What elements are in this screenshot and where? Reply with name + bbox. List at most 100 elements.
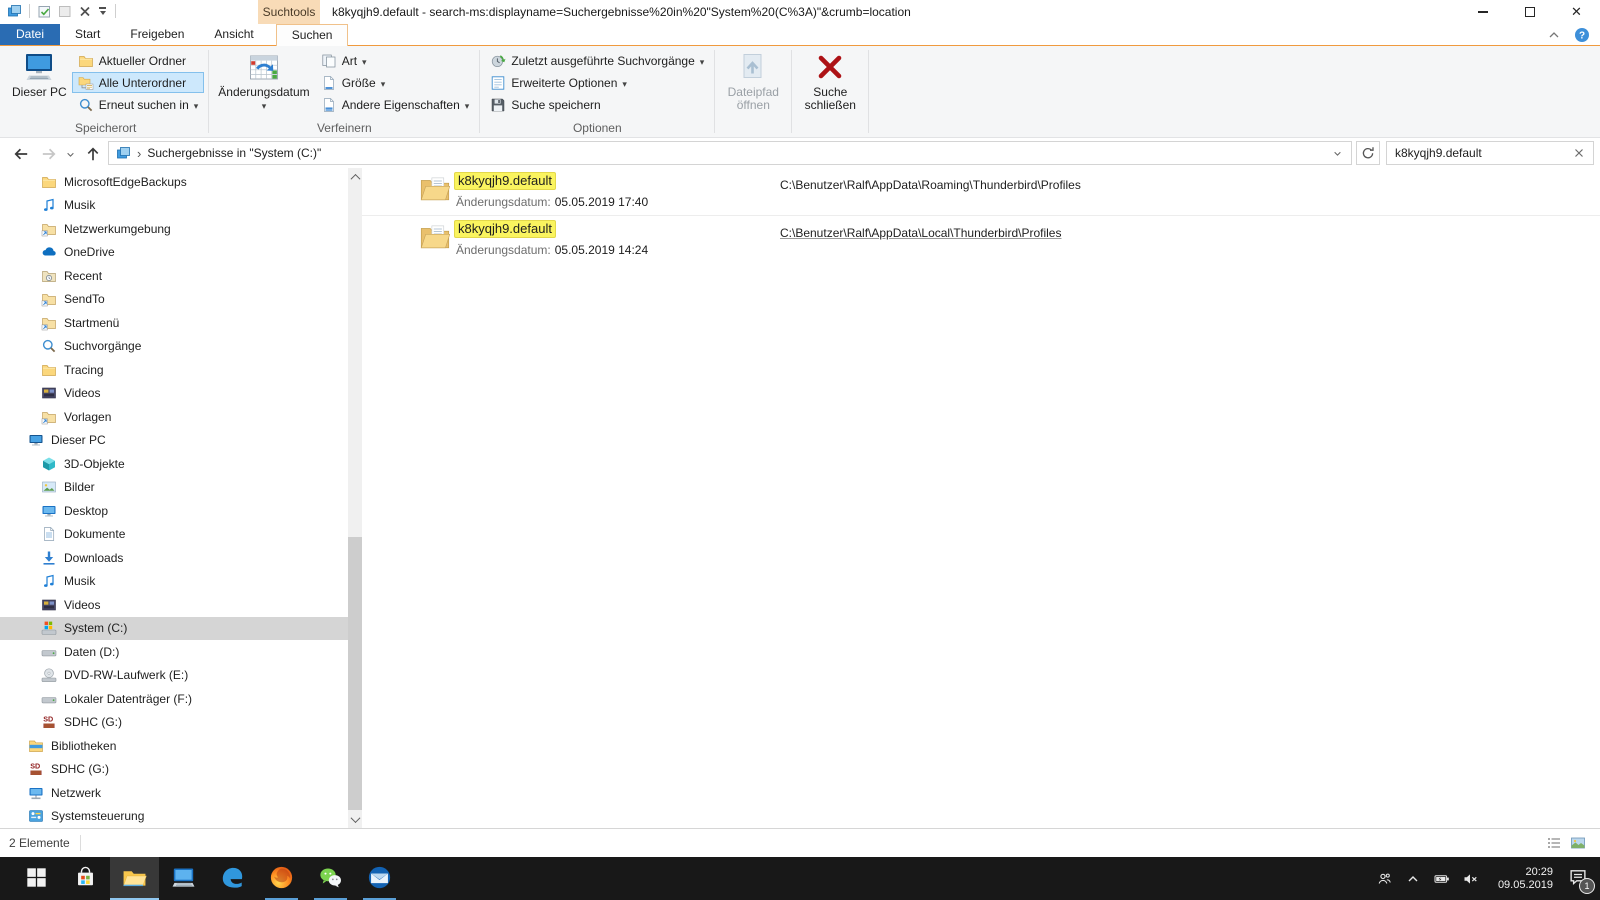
delete-icon[interactable] [77,3,93,19]
battery-icon[interactable] [1431,871,1453,887]
collapse-ribbon-icon[interactable] [1546,27,1562,43]
sidebar-item-system-c[interactable]: System (C:) [0,616,348,640]
taskbar-desktop[interactable] [159,857,208,900]
tab-datei[interactable]: Datei [0,24,61,45]
result-name[interactable]: k8kyqjh9.default [454,220,556,238]
k8kyqjh9.default[interactable]: k8kyqjh9.default Änderungsdatum: 05.05.20… [362,215,1600,263]
search-again-in-button[interactable]: Erneut suchen in [72,94,205,115]
ribbon-group-close: Suche schließen [793,46,867,137]
sidebar-item-netzwerk[interactable]: Netzwerk [0,781,348,805]
computer-icon [22,51,56,83]
taskbar-wechat[interactable] [306,857,355,900]
recent-searches-button[interactable]: Zuletzt ausgeführte Suchvorgänge [484,50,710,71]
current-folder-button[interactable]: Aktueller Ordner [72,50,205,71]
taskbar-start[interactable] [12,857,61,900]
advanced-options-button[interactable]: Erweiterte Optionen [484,72,710,93]
breadcrumb[interactable]: Suchergebnisse in "System (C:)" [147,146,321,160]
recent-locations-icon[interactable] [64,148,77,161]
sidebar-item-startmen[interactable]: Startmenü [0,311,348,335]
kind-icon [321,53,337,69]
taskbar-store[interactable] [61,857,110,900]
all-subfolders-button[interactable]: Alle Unterordner [71,72,205,93]
sidebar-item-onedrive[interactable]: OneDrive [0,241,348,265]
sidebar-item-tracing[interactable]: Tracing [0,358,348,382]
minimize-button[interactable] [1459,0,1506,24]
address-bar[interactable]: Suchergebnisse in "System (C:)" [108,141,1352,165]
sidebar-item-systemsteuerung[interactable]: Systemsteuerung [0,805,348,829]
people-icon[interactable] [1373,871,1395,887]
date-modified-button[interactable]: Änderungsdatum [213,49,314,117]
sidebar-item-netzwerkumgebung[interactable]: Netzwerkumgebung [0,217,348,241]
back-button[interactable] [12,145,30,163]
folder-icon [78,53,94,69]
taskbar-thunderbird[interactable] [355,857,404,900]
refresh-button[interactable] [1356,141,1380,165]
sidebar-item-sdhc-g[interactable]: SD SDHC (G:) [0,711,348,735]
new-folder-icon[interactable] [57,3,73,19]
sidebar-item-3d-objekte[interactable]: 3D-Objekte [0,452,348,476]
restore-button[interactable] [1506,0,1553,24]
taskbar-edge[interactable] [208,857,257,900]
sidebar-item-daten-d[interactable]: Daten (D:) [0,640,348,664]
close-search-button[interactable]: Suche schließen [796,49,864,117]
this-pc-button[interactable]: Dieser PC [7,49,72,117]
ribbon-group-speicherort: Dieser PC Aktueller Ordner Alle Unterord… [4,46,207,137]
search-box[interactable] [1386,141,1594,165]
close-button[interactable] [1553,0,1600,24]
taskbar-firefox[interactable] [257,857,306,900]
sidebar-item-lokaler-datentr-ger-f[interactable]: Lokaler Datenträger (F:) [0,687,348,711]
help-icon[interactable]: ? [1574,27,1590,43]
sidebar-item-musik[interactable]: Musik [0,194,348,218]
size-button[interactable]: Größe [315,72,476,93]
sidebar-item-sendto[interactable]: SendTo [0,288,348,312]
sidebar-item-bibliotheken[interactable]: Bibliotheken [0,734,348,758]
tab-ansicht[interactable]: Ansicht [199,24,268,45]
search-input[interactable] [1387,146,1571,160]
sidebar-item-dokumente[interactable]: Dokumente [0,523,348,547]
sidebar-scrollbar[interactable] [348,168,362,828]
address-dropdown-icon[interactable] [1329,145,1345,161]
volume-muted-icon[interactable] [1460,871,1482,887]
customize-toolbar-icon[interactable] [97,5,108,17]
sidebar-item-dvd-rw-laufwerk-e[interactable]: DVD-RW-Laufwerk (E:) [0,664,348,688]
tab-suchen[interactable]: Suchen [275,24,349,46]
sidebar-item-videos[interactable]: Videos [0,593,348,617]
sidebar-item-bilder[interactable]: Bilder [0,476,348,500]
properties-icon[interactable] [37,3,53,19]
taskbar-clock[interactable]: 20:29 09.05.2019 [1489,866,1553,892]
kind-button[interactable]: Art [315,50,476,71]
show-hidden-icons[interactable] [1402,871,1424,887]
sd-icon: SD [28,761,44,777]
taskbar-explorer[interactable] [110,857,159,900]
sidebar-item-sdhc-g[interactable]: SD SDHC (G:) [0,758,348,782]
network-icon [28,785,44,801]
result-name[interactable]: k8kyqjh9.default [454,172,556,190]
scroll-up-icon[interactable] [348,169,362,185]
save-search-button[interactable]: Suche speichern [484,94,710,115]
contextual-tab-header: Suchtools [258,0,320,24]
forward-button[interactable] [40,145,58,163]
tab-freigeben[interactable]: Freigeben [115,24,199,45]
sidebar-item-dieser-pc[interactable]: Dieser PC [0,429,348,453]
tab-start[interactable]: Start [60,24,115,45]
result-folder-icon [420,224,451,252]
sidebar-item-recent[interactable]: Recent [0,264,348,288]
up-button[interactable] [84,145,102,163]
other-properties-button[interactable]: Andere Eigenschaften [315,94,476,115]
scroll-down-icon[interactable] [348,811,362,827]
sidebar-item-musik[interactable]: Musik [0,570,348,594]
k8kyqjh9.default[interactable]: k8kyqjh9.default Änderungsdatum: 05.05.20… [362,168,1600,215]
thumbnails-view-icon[interactable] [1570,835,1586,851]
sidebar-item-microsoftedgebackups[interactable]: MicrosoftEdgeBackups [0,170,348,194]
details-view-icon[interactable] [1546,835,1562,851]
action-center-button[interactable]: 1 [1564,866,1595,894]
sidebar-item-suchvorg-nge[interactable]: Suchvorgänge [0,335,348,359]
sidebar-item-desktop[interactable]: Desktop [0,499,348,523]
sidebar-item-downloads[interactable]: Downloads [0,546,348,570]
thunderbird-icon [367,865,392,893]
sidebar-item-vorlagen[interactable]: Vorlagen [0,405,348,429]
clear-search-icon[interactable] [1571,145,1593,161]
recent-icon [41,268,57,284]
sidebar-item-videos[interactable]: Videos [0,382,348,406]
scrollbar-thumb[interactable] [348,537,362,810]
